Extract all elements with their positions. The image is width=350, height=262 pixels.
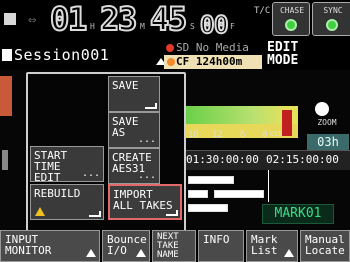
counter-unit-f: F bbox=[230, 22, 235, 31]
rebuild-button[interactable]: REBUILD bbox=[30, 184, 104, 220]
counter-hours-units: 1 bbox=[67, 0, 88, 38]
fkey-label-3: NAME bbox=[157, 250, 179, 260]
triangle-up-icon bbox=[136, 249, 146, 257]
counter-frames-tens: 0 bbox=[199, 10, 216, 40]
save-as-ellipsis: ... bbox=[137, 134, 156, 145]
meter-scale-0: 0 bbox=[262, 130, 268, 140]
counter-seconds-units: 5 bbox=[167, 0, 188, 38]
track-region[interactable] bbox=[188, 204, 228, 212]
enter-corner-icon bbox=[89, 211, 101, 217]
save-label: SAVE bbox=[112, 79, 139, 92]
import-all-takes-button[interactable]: IMPORT ALL TAKES bbox=[108, 184, 182, 220]
counter-seconds-tens: 4 bbox=[149, 0, 170, 38]
bounce-io-button[interactable]: Bounce I/O bbox=[102, 230, 150, 262]
counter-unit-h: H bbox=[90, 22, 95, 31]
sync-led-icon bbox=[326, 19, 338, 31]
fkey-label-2: MONITOR bbox=[5, 244, 52, 257]
sync-indicator: SYNC bbox=[312, 2, 350, 36]
counter-hours-tens: 0 bbox=[49, 0, 70, 38]
counter-unit-s: S bbox=[190, 22, 195, 31]
fkey-label-2: Locate bbox=[305, 244, 345, 257]
fkey-label-1: INFO bbox=[203, 233, 230, 246]
triangle-up-icon bbox=[284, 249, 294, 257]
track-strip-left bbox=[0, 76, 12, 116]
session-file-icon bbox=[2, 49, 12, 61]
meter-scale-6: 6 bbox=[240, 130, 246, 140]
playhead-line bbox=[268, 170, 269, 202]
function-key-bar: INPUT MONITOR Bounce I/O NEXT TAKE NAME … bbox=[0, 230, 350, 262]
timeline-time-2: 02:15:00:00 bbox=[266, 153, 339, 166]
timecode-label: T/C bbox=[254, 6, 271, 16]
counter-bar: ⇔ 0 1 H 2 3 M 4 5 S 0 0 F T/C CHASE SYNC bbox=[0, 0, 350, 40]
chase-label: CHASE bbox=[279, 6, 305, 15]
session-row: Session001 SD No Media CF 124h00m EDIT M… bbox=[0, 40, 350, 70]
over-indicator bbox=[282, 110, 292, 136]
timeline-time-1: 01:30:00:00 bbox=[186, 153, 259, 166]
input-monitor-button[interactable]: INPUT MONITOR bbox=[0, 230, 100, 262]
cf-status-text: CF 124h00m bbox=[176, 55, 243, 68]
next-take-name-button[interactable]: NEXT TAKE NAME bbox=[152, 230, 196, 262]
sd-status: SD No Media bbox=[176, 41, 249, 54]
save-as-label: SAVE AS bbox=[112, 115, 139, 139]
sync-label: SYNC bbox=[323, 6, 343, 15]
mark-list-button[interactable]: Mark List bbox=[246, 230, 298, 262]
session-name: Session001 bbox=[14, 46, 110, 64]
track-region[interactable] bbox=[188, 176, 234, 184]
create-ellipsis: ... bbox=[137, 170, 156, 181]
info-button[interactable]: INFO bbox=[198, 230, 244, 262]
edit-mode-label: EDIT MODE bbox=[264, 41, 350, 71]
save-button[interactable]: SAVE bbox=[108, 76, 160, 112]
counter-minutes-units: 3 bbox=[117, 0, 138, 38]
meter-scale-18: 18 bbox=[188, 130, 199, 140]
edit-mode-line2: MODE bbox=[267, 53, 299, 68]
track-region[interactable] bbox=[188, 190, 208, 198]
zoom-value[interactable]: 03h bbox=[307, 134, 349, 150]
sd-status-dot-icon bbox=[166, 44, 174, 52]
cf-status: CF 124h00m bbox=[164, 55, 262, 69]
save-as-button[interactable]: SAVE AS ... bbox=[108, 112, 160, 148]
mark-display: MARK01 bbox=[262, 204, 334, 224]
timeline-left-edge bbox=[2, 150, 8, 170]
zoom-knob-icon[interactable] bbox=[315, 102, 329, 116]
start-time-edit-button[interactable]: START TIME EDIT ... bbox=[30, 146, 104, 183]
track-region[interactable] bbox=[214, 190, 264, 198]
stop-icon bbox=[4, 13, 16, 25]
start-time-edit-ellipsis: ... bbox=[81, 168, 100, 179]
counter-minutes-tens: 2 bbox=[99, 0, 120, 38]
create-aes31-button[interactable]: CREATE AES31 ... bbox=[108, 148, 160, 184]
counter-frames-units: 0 bbox=[213, 10, 230, 40]
enter-corner-icon bbox=[166, 210, 178, 216]
triangle-up-icon bbox=[86, 249, 96, 257]
cf-status-dot-icon bbox=[167, 58, 175, 66]
rebuild-label: REBUILD bbox=[34, 187, 81, 200]
repeat-icon: ⇔ bbox=[28, 12, 37, 28]
manual-locate-button[interactable]: Manual Locate bbox=[300, 230, 350, 262]
chase-led-icon bbox=[285, 19, 297, 31]
session-menu-popup: SAVE SAVE AS ... START TIME EDIT ... CRE… bbox=[26, 72, 186, 232]
enter-corner-icon bbox=[145, 103, 157, 109]
warning-icon bbox=[35, 207, 45, 216]
chase-indicator: CHASE bbox=[272, 2, 310, 36]
meter-scale-12: 12 bbox=[212, 130, 223, 140]
counter-unit-m: M bbox=[140, 22, 145, 31]
